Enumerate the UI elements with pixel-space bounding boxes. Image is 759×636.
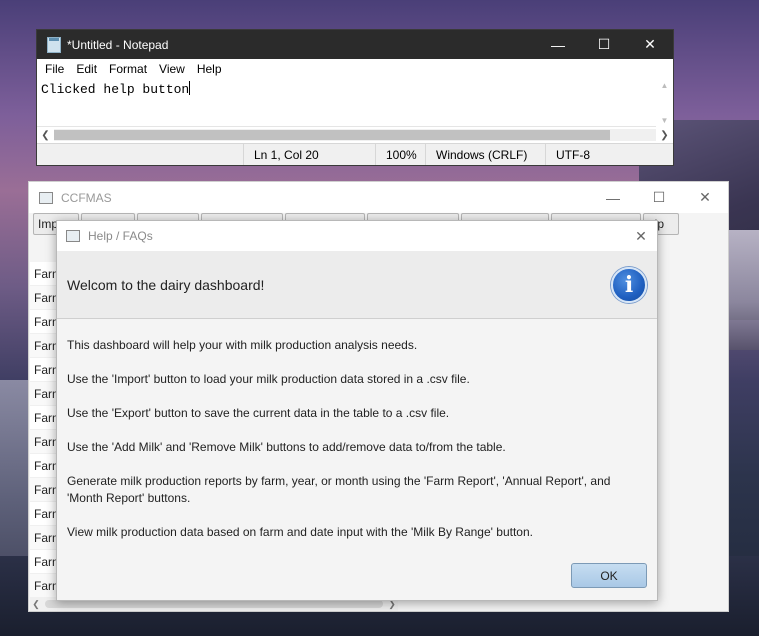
menu-file[interactable]: File [39, 62, 70, 76]
info-icon: i [611, 266, 647, 303]
dialog-titlebar[interactable]: Help / FAQs ✕ [57, 221, 657, 251]
scroll-track[interactable] [54, 129, 656, 141]
maximize-icon[interactable]: ☐ [581, 30, 627, 59]
scroll-down-icon[interactable]: ▼ [661, 116, 669, 125]
close-icon[interactable]: ✕ [682, 183, 728, 212]
help-paragraph: Use the 'Add Milk' and 'Remove Milk' but… [67, 440, 506, 454]
help-paragraph: Use the 'Export' button to save the curr… [67, 406, 450, 420]
horizontal-scrollbar[interactable]: ❮ ❯ [37, 127, 673, 143]
scroll-left-icon[interactable]: ❮ [37, 130, 54, 141]
notepad-text-area[interactable]: Clicked help button ▲ ▼ [37, 79, 673, 127]
help-paragraph: Use the 'Import' button to load your mil… [67, 372, 470, 386]
scroll-right-icon[interactable]: ❯ [656, 130, 673, 141]
app-icon [39, 191, 53, 204]
ccfmas-titlebar[interactable]: CCFMAS — ☐ ✕ [29, 182, 728, 213]
minimize-icon[interactable]: — [590, 183, 636, 212]
status-position: Ln 1, Col 20 [243, 144, 375, 165]
status-line-ending: Windows (CRLF) [425, 144, 545, 165]
dialog-title: Help / FAQs [88, 229, 153, 243]
dialog-content: This dashboard will help your with milk … [57, 319, 657, 541]
close-icon[interactable]: ✕ [627, 30, 673, 59]
close-icon[interactable]: ✕ [625, 228, 657, 245]
menu-help[interactable]: Help [191, 62, 228, 76]
ok-button[interactable]: OK [571, 563, 647, 588]
notepad-window[interactable]: *Untitled - Notepad — ☐ ✕ File Edit Form… [36, 29, 674, 166]
menu-edit[interactable]: Edit [70, 62, 103, 76]
notepad-title: *Untitled - Notepad [67, 37, 169, 52]
scroll-thumb[interactable] [45, 600, 383, 608]
maximize-icon[interactable]: ☐ [636, 183, 682, 212]
status-zoom: 100% [375, 144, 425, 165]
notepad-icon [47, 36, 61, 53]
text-caret [189, 81, 191, 95]
scroll-left-icon[interactable]: ❮ [30, 599, 42, 610]
scroll-thumb[interactable] [54, 130, 610, 140]
status-encoding: UTF-8 [545, 144, 600, 165]
notepad-titlebar[interactable]: *Untitled - Notepad — ☐ ✕ [37, 30, 673, 59]
menu-format[interactable]: Format [103, 62, 153, 76]
help-paragraph: This dashboard will help your with milk … [67, 338, 418, 352]
vertical-scrollbar[interactable]: ▲ ▼ [656, 79, 673, 127]
notepad-statusbar: Ln 1, Col 20 100% Windows (CRLF) UTF-8 [37, 143, 673, 165]
dialog-header: Welcom to the dairy dashboard! i [57, 251, 657, 319]
help-paragraph: View milk production data based on farm … [67, 525, 533, 539]
help-paragraph: Generate milk production reports by farm… [67, 474, 611, 505]
help-dialog[interactable]: Help / FAQs ✕ Welcom to the dairy dashbo… [56, 220, 658, 601]
scroll-up-icon[interactable]: ▲ [661, 81, 669, 90]
minimize-icon[interactable]: — [535, 30, 581, 59]
notepad-menubar: File Edit Format View Help [37, 59, 673, 79]
menu-view[interactable]: View [153, 62, 191, 76]
ccfmas-title: CCFMAS [61, 190, 112, 205]
dialog-header-text: Welcom to the dairy dashboard! [67, 276, 265, 293]
app-icon [66, 230, 80, 242]
notepad-content: Clicked help button [41, 82, 190, 97]
